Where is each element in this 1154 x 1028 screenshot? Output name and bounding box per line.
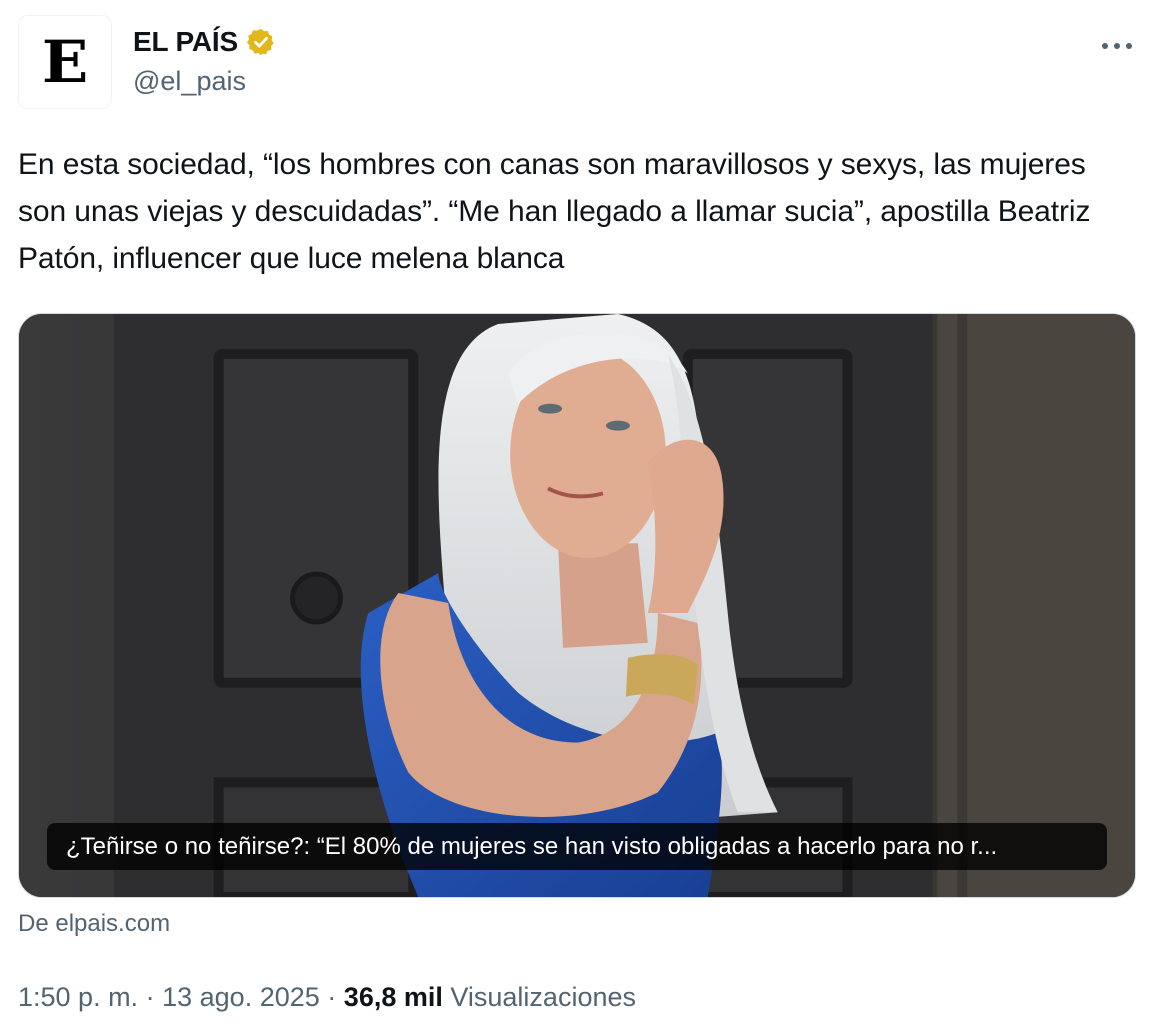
tweet-date[interactable]: 13 ago. 2025 xyxy=(162,982,320,1012)
tweet-meta: 1:50 p. m. · 13 ago. 2025 · 36,8 mil Vis… xyxy=(18,982,636,1013)
more-options-button[interactable] xyxy=(1100,33,1134,59)
verified-badge-icon xyxy=(246,27,276,57)
card-caption[interactable]: ¿Teñirse o no teñirse?: “El 80% de mujer… xyxy=(47,823,1107,870)
link-card-image[interactable]: ¿Teñirse o no teñirse?: “El 80% de mujer… xyxy=(18,313,1136,898)
avatar-logo-letter: E xyxy=(41,28,89,96)
tweet-time[interactable]: 1:50 p. m. xyxy=(18,982,138,1012)
views-count: 36,8 mil xyxy=(343,982,443,1012)
views-label: Visualizaciones xyxy=(450,982,636,1012)
avatar[interactable]: E xyxy=(18,15,112,109)
display-name[interactable]: EL PAÍS xyxy=(133,26,238,58)
more-dots-icon xyxy=(1102,43,1132,49)
author-name-row[interactable]: EL PAÍS xyxy=(133,26,276,58)
user-handle[interactable]: @el_pais xyxy=(133,66,246,97)
meta-separator: · xyxy=(145,982,155,1012)
tweet-text: En esta sociedad, “los hombres con canas… xyxy=(18,148,1091,275)
meta-separator: · xyxy=(327,982,337,1012)
card-source-link[interactable]: De elpais.com xyxy=(18,910,170,938)
photo-woman-white-hair xyxy=(19,314,1135,897)
